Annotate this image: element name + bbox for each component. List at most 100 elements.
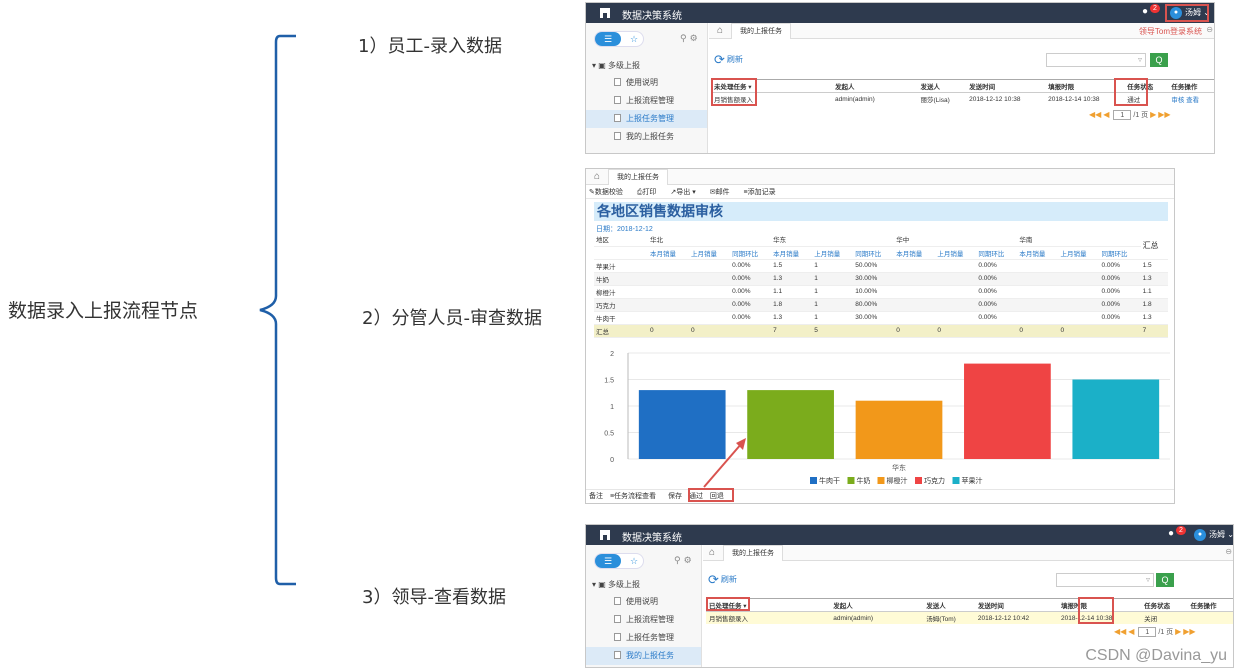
- report-cell: [976, 324, 1018, 338]
- report-cell: 0: [689, 324, 731, 338]
- tab-bar: ⌂ 我的上报任务: [586, 169, 1174, 185]
- sidebar-root[interactable]: ▾ ▣ 多级上报: [592, 60, 640, 71]
- report-cell: [935, 285, 977, 299]
- sidebar-item-task-mgmt[interactable]: 上报任务管理: [586, 629, 701, 647]
- home-icon[interactable]: ⌂: [594, 171, 600, 182]
- page-input[interactable]: 1: [1113, 110, 1132, 120]
- row-label: 苹果汁: [594, 259, 648, 273]
- prev-page-icon[interactable]: ◀: [1103, 110, 1109, 119]
- report-cell: [1099, 324, 1141, 338]
- settings-icon[interactable]: ⚙: [690, 33, 701, 43]
- report-cell: 7: [1140, 324, 1168, 338]
- search-icon[interactable]: ⚲: [680, 33, 690, 43]
- user-menu[interactable]: ● 汤姆 ⌄: [1194, 527, 1233, 543]
- sidebar: ☰ ☆ ⚲⚙ ▾ ▣ 多级上报 使用说明 上报流程管理 上报任务管理 我的上报任务: [586, 545, 702, 667]
- row-label: 柳橙汁: [594, 285, 648, 299]
- refresh-button[interactable]: ⟳ 刷新: [714, 52, 743, 68]
- col-initiator: 发起人: [771, 598, 924, 612]
- report-cell: [689, 285, 731, 299]
- report-cell: 0.00%: [730, 298, 772, 312]
- report-cell: 1.3: [771, 272, 813, 286]
- page-input[interactable]: 1: [1138, 627, 1157, 637]
- home-icon[interactable]: ⌂: [717, 25, 723, 36]
- print-button[interactable]: ⎙打印: [637, 189, 663, 196]
- star-icon[interactable]: ☆: [625, 554, 643, 568]
- report-cell: 0: [935, 324, 977, 338]
- sidebar-item-flow[interactable]: 上报流程管理: [586, 611, 701, 629]
- sidebar-item-task-mgmt[interactable]: 上报任务管理: [586, 110, 707, 128]
- sidebar-toggle[interactable]: ☰ ☆: [594, 31, 644, 47]
- last-page-icon[interactable]: ▶▶: [1183, 627, 1195, 636]
- report-cell: 1.1: [771, 285, 813, 299]
- task-table: 已处理任务 ▾ 发起人 发送人 发送时间 填报时限 任务状态 任务操作 月销售额…: [706, 598, 1233, 624]
- sidebar-item-my-tasks[interactable]: 我的上报任务: [586, 647, 701, 665]
- star-icon[interactable]: ☆: [625, 32, 643, 46]
- dropdown-icon: ▿: [1137, 55, 1142, 64]
- note-button[interactable]: 备注: [589, 493, 603, 500]
- highlight-status-col: [1078, 597, 1114, 624]
- search-input[interactable]: ▿: [1056, 573, 1154, 587]
- report-cell: [935, 272, 977, 286]
- search-button[interactable]: Q: [1156, 573, 1174, 587]
- tab-my-tasks[interactable]: 我的上报任务: [723, 545, 783, 561]
- validate-button[interactable]: ✎数据校验: [589, 189, 629, 196]
- bar-柳橙汁: [855, 400, 943, 459]
- bar-巧克力: [964, 363, 1051, 459]
- review-link[interactable]: 审核: [1171, 97, 1184, 104]
- tab-my-tasks[interactable]: 我的上报任务: [608, 169, 668, 185]
- menu-icon[interactable]: ☰: [595, 554, 621, 568]
- email-button[interactable]: ✉邮件: [710, 189, 736, 196]
- search-button[interactable]: Q: [1150, 53, 1168, 67]
- row-label: 牛奶: [594, 272, 648, 286]
- report-cell: 0.00%: [976, 298, 1018, 312]
- next-page-icon[interactable]: ▶: [1175, 627, 1181, 636]
- doc-icon: [614, 78, 621, 86]
- report-cell: 1.3: [771, 311, 813, 325]
- first-page-icon[interactable]: ◀◀: [1089, 110, 1101, 119]
- last-page-icon[interactable]: ▶▶: [1158, 110, 1170, 119]
- save-button[interactable]: 保存: [668, 493, 682, 500]
- flow-view-button[interactable]: ≡任务流程查看: [610, 493, 661, 500]
- next-page-icon[interactable]: ▶: [1150, 110, 1156, 119]
- y-tick-label: 1: [610, 404, 614, 411]
- sidebar-item-help[interactable]: 使用说明: [586, 74, 707, 92]
- report-cell: 0.00%: [730, 272, 772, 286]
- table-row[interactable]: 月销售额录入 admin(admin) 汤姆(Tom) 2018-12-12 1…: [706, 611, 1233, 624]
- bell-icon[interactable]: ●: [1168, 528, 1174, 539]
- add-record-button[interactable]: ≡添加记录: [744, 189, 782, 196]
- close-all-icon[interactable]: ⊖: [1206, 25, 1213, 34]
- close-all-icon[interactable]: ⊖: [1225, 547, 1232, 556]
- prev-page-icon[interactable]: ◀: [1128, 627, 1134, 636]
- report-cell: [894, 272, 936, 286]
- search-input[interactable]: ▿: [1046, 53, 1146, 67]
- report-cell: 1.3: [1140, 272, 1168, 286]
- tab-my-tasks[interactable]: 我的上报任务: [731, 23, 791, 39]
- report-cell: 1.5: [771, 259, 813, 273]
- pager: ◀◀ ◀ 1/1 页 ▶ ▶▶: [1089, 110, 1171, 120]
- menu-icon[interactable]: ☰: [595, 32, 621, 46]
- row-label: 巧克力: [594, 298, 648, 312]
- refresh-button[interactable]: ⟳ 刷新: [708, 572, 737, 588]
- sidebar-tools[interactable]: ⚲⚙: [674, 555, 695, 566]
- table-header: 已处理任务 ▾ 发起人 发送人 发送时间 填报时限 任务状态 任务操作: [706, 598, 1233, 612]
- sidebar-toggle[interactable]: ☰ ☆: [594, 553, 644, 569]
- sidebar-item-flow[interactable]: 上报流程管理: [586, 92, 707, 110]
- report-cell: [935, 259, 977, 273]
- view-link[interactable]: 查看: [1186, 97, 1199, 104]
- legend-swatch: [952, 477, 960, 484]
- report-cell: 0: [894, 324, 936, 338]
- home-icon[interactable]: ⌂: [709, 547, 715, 558]
- highlight-action-col: [1114, 78, 1148, 106]
- sidebar-tools[interactable]: ⚲⚙: [680, 33, 701, 44]
- col-status: 任务状态: [1141, 598, 1188, 612]
- sidebar-item-my-tasks[interactable]: 我的上报任务: [586, 128, 707, 146]
- search-icon[interactable]: ⚲: [674, 555, 684, 565]
- app-title: 数据决策系统: [622, 11, 682, 22]
- sidebar-root[interactable]: ▾ ▣ 多级上报: [592, 579, 640, 590]
- first-page-icon[interactable]: ◀◀: [1114, 627, 1126, 636]
- sidebar-item-help[interactable]: 使用说明: [586, 593, 701, 611]
- report-cell: 0.00%: [976, 259, 1018, 273]
- settings-icon[interactable]: ⚙: [684, 555, 695, 565]
- bell-icon[interactable]: ●: [1142, 6, 1148, 17]
- export-button[interactable]: ↗导出 ▾: [670, 189, 701, 196]
